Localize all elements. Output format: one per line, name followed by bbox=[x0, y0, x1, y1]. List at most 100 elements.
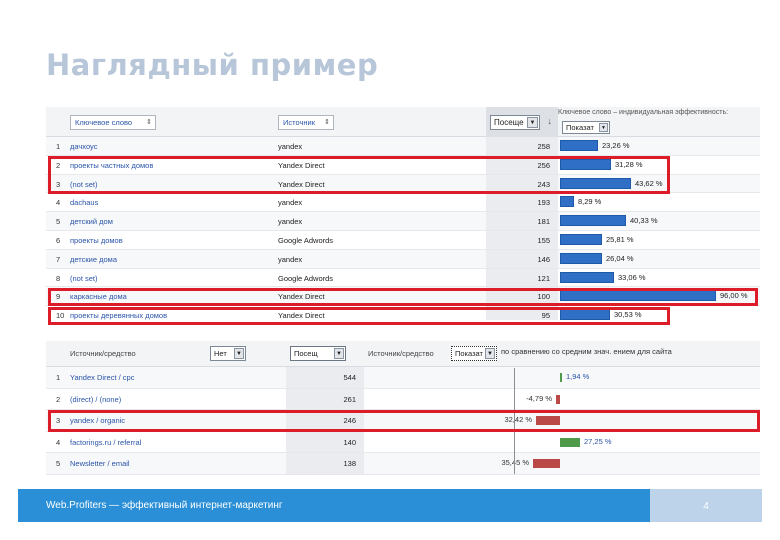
keyword-link[interactable]: детские дома bbox=[70, 255, 117, 264]
delta-label: 27,25 % bbox=[584, 436, 612, 446]
keyword-link[interactable]: проекты деревянных домов bbox=[70, 311, 167, 320]
efficiency-bar bbox=[560, 140, 598, 151]
visits-cell: 258 bbox=[486, 137, 558, 155]
delta-bar-negative bbox=[556, 394, 560, 404]
keyword-link[interactable]: проекты домов bbox=[70, 236, 123, 245]
comparison-axis bbox=[514, 368, 515, 474]
keyword-link[interactable]: (not set) bbox=[70, 180, 98, 189]
chevron-updown-icon: ⇕ bbox=[146, 119, 152, 126]
visits-metric-label: Посеще bbox=[494, 118, 524, 127]
source-table-header: Источник/средство Нет ▼ Посещ ▼ Источник… bbox=[46, 341, 760, 367]
keyword-table-body: 1 дачхоус yandex 258 23,26 % 2 проекты частных… bbox=[46, 137, 760, 320]
comparison-cell: 27,25 % bbox=[364, 432, 760, 453]
visits-cell: 121 bbox=[486, 268, 558, 287]
table-row: 1 Yandex Direct / cpc 544 1,94 % bbox=[46, 367, 760, 389]
delta-label: -4,79 % bbox=[526, 393, 552, 403]
chevron-updown-icon: ⇕ bbox=[324, 119, 330, 126]
source-medium-link[interactable]: factorings.ru / referral bbox=[70, 438, 141, 447]
efficiency-label: 33,06 % bbox=[618, 272, 646, 282]
keyword-link[interactable]: (not set) bbox=[70, 274, 98, 283]
chevron-down-icon: ▼ bbox=[599, 123, 608, 132]
table-row: 6 проекты домов Google Adwords 155 25,81 % bbox=[46, 230, 760, 250]
efficiency-cell: 96,00 % bbox=[558, 287, 760, 305]
compare-select[interactable]: Показат ▼ bbox=[451, 346, 497, 361]
efficiency-cell: 23,26 % bbox=[558, 137, 760, 155]
view-select[interactable]: Нет ▼ bbox=[210, 346, 246, 361]
sort-desc-icon[interactable]: ↓ bbox=[548, 116, 553, 126]
efficiency-bar bbox=[560, 158, 611, 170]
keyword-dimension-select[interactable]: Ключевое слово ⇕ bbox=[70, 115, 156, 130]
row-number: 8 bbox=[56, 273, 61, 283]
efficiency-cell: 30,53 % bbox=[558, 306, 760, 320]
efficiency-bar bbox=[560, 233, 602, 245]
metric-caption: Ключевое слово – индивидуальная эффектив… bbox=[558, 109, 729, 116]
visits-cell: 140 bbox=[286, 431, 364, 453]
row-number: 4 bbox=[56, 198, 61, 208]
table-row: 3 yandex / organic 246 32,42 % bbox=[46, 410, 760, 432]
source-medium-link[interactable]: Yandex Direct / cpc bbox=[70, 373, 134, 382]
visits-metric-select-2[interactable]: Посещ ▼ bbox=[290, 346, 346, 361]
efficiency-bar bbox=[560, 252, 602, 264]
source-medium-link[interactable]: (direct) / (none) bbox=[70, 395, 121, 404]
metric-display-select[interactable]: Показат ▼ bbox=[562, 121, 610, 134]
efficiency-bar bbox=[560, 196, 574, 208]
compare-caption: по сравнению со средним знач. ением для … bbox=[501, 347, 672, 356]
source-medium-link[interactable]: yandex / organic bbox=[70, 416, 125, 425]
efficiency-label: 31,28 % bbox=[615, 159, 643, 169]
source-cell: yandex bbox=[278, 254, 303, 264]
row-number: 7 bbox=[56, 254, 61, 264]
efficiency-label: 8,29 % bbox=[578, 197, 602, 207]
efficiency-bar bbox=[560, 215, 626, 227]
source-cell: yandex bbox=[278, 217, 303, 227]
delta-bar-negative bbox=[533, 459, 560, 469]
visits-column-header: Посеще ▼ ↓ bbox=[486, 107, 558, 137]
source-dimension-select[interactable]: Источник ⇕ bbox=[278, 115, 334, 130]
keyword-link[interactable]: dachaus bbox=[70, 198, 98, 207]
keyword-link[interactable]: проекты частных домов bbox=[70, 161, 153, 170]
source-cell: Yandex Direct bbox=[278, 311, 325, 320]
keyword-table-header: Ключевое слово ⇕ Источник ⇕ Посеще ▼ ↓ К… bbox=[46, 107, 760, 137]
delta-label: 1,94 % bbox=[566, 372, 590, 381]
efficiency-bar bbox=[560, 309, 610, 320]
keyword-link[interactable]: детский дом bbox=[70, 217, 113, 226]
visits-cell: 95 bbox=[486, 306, 558, 320]
delta-bar-negative bbox=[536, 416, 560, 426]
source-medium-label: Источник/средство bbox=[70, 349, 136, 358]
comparison-cell: 1,94 % bbox=[364, 367, 760, 388]
comparison-cell: 35,45 % bbox=[364, 453, 760, 474]
compare-select-label: Показат bbox=[455, 349, 483, 358]
table-row: 3 (not set) Yandex Direct 243 43,62 % bbox=[46, 174, 760, 194]
source-medium-label-2: Источник/средство bbox=[368, 349, 434, 358]
keyword-link[interactable]: дачхоус bbox=[70, 142, 97, 151]
slide-footer: Web.Profiters — эффективный интернет-мар… bbox=[18, 489, 762, 522]
row-number: 1 bbox=[56, 373, 61, 382]
table-row: 9 каркасные дома Yandex Direct 100 96,00 % bbox=[46, 287, 760, 307]
table-row: 1 дачхоус yandex 258 23,26 % bbox=[46, 137, 760, 156]
comparison-cell: 32,42 % bbox=[364, 410, 760, 431]
table-row: 5 Newsletter / email 138 35,45 % bbox=[46, 453, 760, 475]
efficiency-label: 30,53 % bbox=[614, 310, 642, 320]
source-medium-link[interactable]: Newsletter / email bbox=[70, 459, 130, 468]
source-cell: Yandex Direct bbox=[278, 179, 325, 189]
chevron-down-icon: ▼ bbox=[485, 348, 495, 359]
visits-cell: 246 bbox=[286, 410, 364, 431]
efficiency-bar bbox=[560, 271, 614, 283]
visits-metric-select[interactable]: Посеще ▼ bbox=[490, 115, 540, 130]
chevron-down-icon: ▼ bbox=[334, 348, 344, 359]
view-select-label: Нет bbox=[214, 349, 227, 358]
delta-bar-positive bbox=[560, 373, 562, 382]
source-cell: Google Adwords bbox=[278, 273, 334, 283]
visits-cell: 261 bbox=[286, 388, 364, 410]
source-cell: yandex bbox=[278, 142, 303, 151]
keyword-link[interactable]: каркасные дома bbox=[70, 292, 127, 301]
table-row: 2 (direct) / (none) 261 -4,79 % bbox=[46, 388, 760, 411]
visits-cell: 243 bbox=[486, 174, 558, 193]
row-number: 6 bbox=[56, 235, 61, 245]
table-row: 4 dachaus yandex 193 8,29 % bbox=[46, 193, 760, 213]
table-row: 4 factorings.ru / referral 140 27,25 % bbox=[46, 431, 760, 454]
efficiency-label: 40,33 % bbox=[630, 216, 658, 226]
visits-cell: 256 bbox=[486, 155, 558, 174]
row-number: 5 bbox=[56, 459, 61, 469]
keyword-dimension-label: Ключевое слово bbox=[75, 118, 133, 127]
source-table-body: 1 Yandex Direct / cpc 544 1,94 % 2 (direct) /… bbox=[46, 367, 760, 475]
